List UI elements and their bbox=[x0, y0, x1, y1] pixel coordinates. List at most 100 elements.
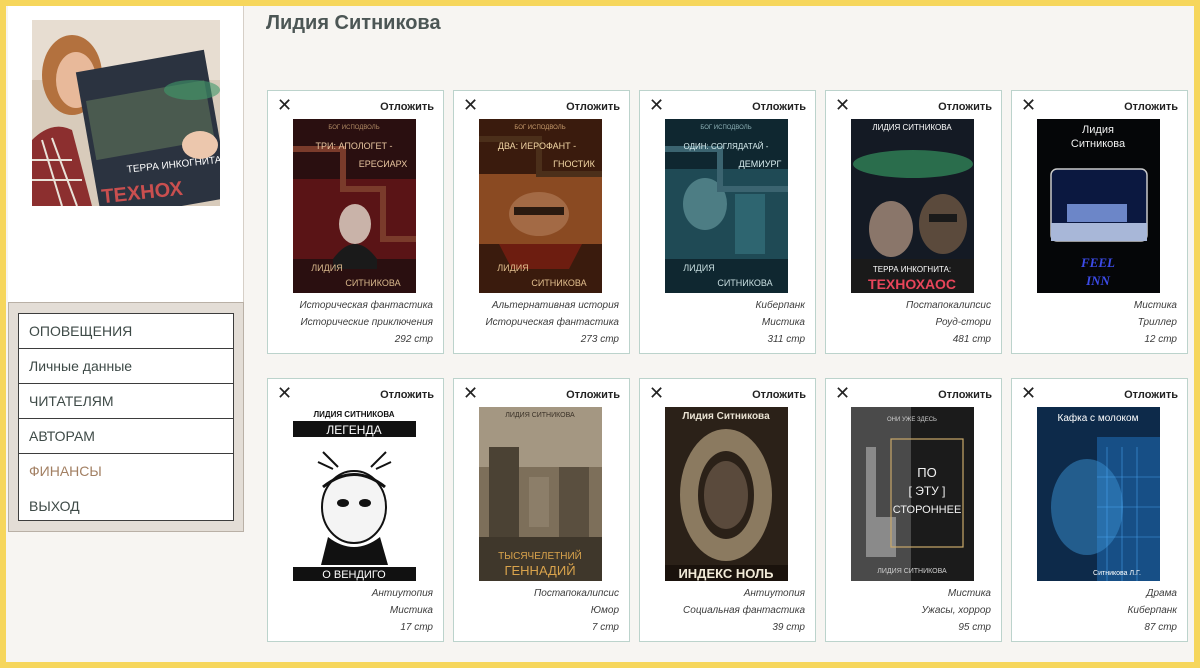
defer-button[interactable]: Отложить bbox=[380, 101, 434, 113]
genre-secondary: Киберпанк bbox=[1127, 605, 1178, 616]
svg-text:СИТНИКОВА: СИТНИКОВА bbox=[531, 278, 586, 288]
cover-author: Ситникова Л.Г. bbox=[1093, 570, 1141, 577]
defer-button[interactable]: Отложить bbox=[1124, 389, 1178, 401]
close-icon[interactable]: ✕ bbox=[649, 96, 664, 114]
defer-button[interactable]: Отложить bbox=[938, 101, 992, 113]
book-meta: Альтернативная история Историческая фант… bbox=[486, 297, 619, 348]
svg-text:ОДИН: СОГЛЯДАТАЙ -: ОДИН: СОГЛЯДАТАЙ - bbox=[684, 142, 769, 151]
cover-title: ТЫСЯЧЕЛЕТНИЙ bbox=[498, 549, 582, 562]
genre-primary: Антиутопия bbox=[743, 588, 805, 599]
genre-primary: Историческая фантастика bbox=[299, 300, 433, 311]
genre-secondary: Роуд-стори bbox=[935, 317, 991, 328]
book-card: ✕ Отложить ЛИДИЯ СИТНИКОВА ТЫСЯЧЕЛЕТНИЙ … bbox=[453, 378, 630, 642]
svg-text:ДЕМИУРГ: ДЕМИУРГ bbox=[739, 159, 782, 169]
svg-text:INN: INN bbox=[1085, 273, 1110, 288]
defer-button[interactable]: Отложить bbox=[566, 389, 620, 401]
cover-author: ЛИДИЯ СИТНИКОВА bbox=[505, 412, 575, 419]
book-cover[interactable]: БОГ ИСПОДВОЛЬ ТРИ: АПОЛОГЕТ - ЕРЕСИАРХ Л… bbox=[293, 119, 416, 293]
menu-item-personal-data[interactable]: Личные данные bbox=[19, 349, 233, 384]
menu-panel: ОПОВЕЩЕНИЯ Личные данные ЧИТАТЕЛЯМ АВТОР… bbox=[8, 302, 244, 532]
svg-text:ТРИ: АПОЛОГЕТ -: ТРИ: АПОЛОГЕТ - bbox=[315, 141, 392, 151]
cover-subtitle: ГЕННАДИЙ bbox=[504, 563, 575, 578]
close-icon[interactable]: ✕ bbox=[277, 384, 292, 402]
cover-series: БОГ ИСПОДВОЛЬ bbox=[514, 125, 565, 131]
page-count: 87 стр bbox=[1144, 622, 1177, 633]
menu-item-finances[interactable]: ФИНАНСЫ bbox=[19, 454, 233, 489]
defer-button[interactable]: Отложить bbox=[752, 389, 806, 401]
close-icon[interactable]: ✕ bbox=[1021, 96, 1036, 114]
close-icon[interactable]: ✕ bbox=[1021, 384, 1036, 402]
genre-primary: Мистика bbox=[947, 588, 991, 599]
genre-secondary: Исторические приключения bbox=[300, 317, 433, 328]
book-meta: Постапокалипсис Роуд-стори 481 стр bbox=[906, 297, 991, 348]
book-cover[interactable]: Лидия Ситникова FEEL INN bbox=[1037, 119, 1160, 293]
svg-text:ЛИДИЯ: ЛИДИЯ bbox=[311, 263, 342, 273]
book-cover[interactable]: БОГ ИСПОДВОЛЬ ДВА: ИЕРОФАНТ - ГНОСТИК ЛИ… bbox=[479, 119, 602, 293]
menu-item-readers[interactable]: ЧИТАТЕЛЯМ bbox=[19, 384, 233, 419]
cover-tagline: ОНИ УЖЕ ЗДЕСЬ bbox=[887, 417, 937, 423]
book-meta: Драма Киберпанк 87 стр bbox=[1128, 585, 1178, 636]
menu-item-logout[interactable]: ВЫХОД bbox=[19, 489, 233, 524]
book-card: ✕ Отложить Лидия Ситникова FEEL INN Мист… bbox=[1011, 90, 1188, 354]
cover-title: Кафка с молоком bbox=[1058, 412, 1139, 424]
cover-title: ТЕРРА ИНКОГНИТА: bbox=[873, 265, 951, 274]
close-icon[interactable]: ✕ bbox=[463, 96, 478, 114]
book-cover[interactable]: ОНИ УЖЕ ЗДЕСЬ ПО [ ЭТУ ] СТОРОННЕЕ ЛИДИЯ… bbox=[851, 407, 974, 581]
defer-button[interactable]: Отложить bbox=[1124, 101, 1178, 113]
author-name: Лидия Ситникова bbox=[266, 12, 441, 34]
svg-text:[ ЭТУ ]: [ ЭТУ ] bbox=[909, 484, 946, 498]
close-icon[interactable]: ✕ bbox=[835, 96, 850, 114]
defer-button[interactable]: Отложить bbox=[938, 389, 992, 401]
genre-secondary: Мистика bbox=[761, 317, 805, 328]
cover-subtitle: О ВЕНДИГО bbox=[322, 569, 386, 581]
svg-text:ГНОСТИК: ГНОСТИК bbox=[553, 159, 596, 169]
book-meta: Историческая фантастика Исторические при… bbox=[300, 297, 433, 348]
menu-item-authors[interactable]: АВТОРАМ bbox=[19, 419, 233, 454]
close-icon[interactable]: ✕ bbox=[835, 384, 850, 402]
defer-button[interactable]: Отложить bbox=[380, 389, 434, 401]
sidebar: ТЕРРА ИНКОГНИТА ТЕХНОХ ОПОВЕЩЕНИЯ Личные… bbox=[8, 6, 244, 532]
genre-primary: Киберпанк bbox=[755, 300, 806, 311]
page-count: 311 стр bbox=[767, 334, 806, 345]
genre-primary: Антиутопия bbox=[371, 588, 433, 599]
menu-item-notifications[interactable]: ОПОВЕЩЕНИЯ bbox=[19, 314, 233, 349]
svg-text:Ситникова: Ситникова bbox=[1071, 138, 1126, 150]
svg-text:ЛИДИЯ: ЛИДИЯ bbox=[683, 263, 714, 273]
book-card: ✕ Отложить БОГ ИСПОДВОЛЬ ТРИ: АПОЛОГЕТ -… bbox=[267, 90, 444, 354]
genre-primary: Мистика bbox=[1133, 300, 1177, 311]
close-icon[interactable]: ✕ bbox=[277, 96, 292, 114]
genre-primary: Постапокалипсис bbox=[534, 588, 619, 599]
svg-text:ЕРЕСИАРХ: ЕРЕСИАРХ bbox=[359, 159, 408, 169]
book-meta: Антиутопия Мистика 17 стр bbox=[372, 585, 433, 636]
book-cover[interactable]: БОГ ИСПОДВОЛЬ ОДИН: СОГЛЯДАТАЙ - ДЕМИУРГ… bbox=[665, 119, 788, 293]
book-cover[interactable]: ЛИДИЯ СИТНИКОВА ЛЕГЕНДА О ВЕНДИГО bbox=[293, 407, 416, 581]
close-icon[interactable]: ✕ bbox=[649, 384, 664, 402]
genre-primary: Драма bbox=[1146, 588, 1177, 599]
page-count: 95 стр bbox=[958, 622, 991, 633]
svg-text:ДВА: ИЕРОФАНТ -: ДВА: ИЕРОФАНТ - bbox=[498, 141, 576, 151]
close-icon[interactable]: ✕ bbox=[463, 384, 478, 402]
cover-series: БОГ ИСПОДВОЛЬ bbox=[328, 125, 379, 131]
book-meta: Мистика Триллер 12 стр bbox=[1134, 297, 1177, 348]
cover-author: Лидия Ситникова bbox=[682, 411, 770, 422]
book-card: ✕ Отложить Кафка с молоком Ситникова Л.Г… bbox=[1011, 378, 1188, 642]
book-cover[interactable]: Кафка с молоком Ситникова Л.Г. bbox=[1037, 407, 1160, 581]
defer-button[interactable]: Отложить bbox=[566, 101, 620, 113]
book-card: ✕ Отложить ЛИДИЯ СИТНИКОВА ЛЕГЕНДА О ВЕН… bbox=[267, 378, 444, 642]
author-avatar[interactable]: ТЕРРА ИНКОГНИТА ТЕХНОХ bbox=[32, 20, 220, 206]
svg-text:ПО: ПО bbox=[917, 465, 936, 480]
svg-text:FEEL: FEEL bbox=[1080, 255, 1115, 270]
svg-text:ЛИДИЯ: ЛИДИЯ bbox=[497, 263, 528, 273]
svg-text:СИТНИКОВА: СИТНИКОВА bbox=[345, 278, 400, 288]
cover-subtitle: ТЕХНОХАОС bbox=[868, 276, 956, 292]
page-count: 12 стр bbox=[1144, 334, 1177, 345]
page-count: 39 стр bbox=[772, 622, 805, 633]
cover-title: ЛЕГЕНДА bbox=[326, 423, 381, 437]
defer-button[interactable]: Отложить bbox=[752, 101, 806, 113]
book-card: ✕ Отложить БОГ ИСПОДВОЛЬ ОДИН: СОГЛЯДАТА… bbox=[639, 90, 816, 354]
book-cover[interactable]: Лидия Ситникова ИНДЕКС НОЛЬ bbox=[665, 407, 788, 581]
book-cover[interactable]: ЛИДИЯ СИТНИКОВА ТЕРРА ИНКОГНИТА: ТЕХНОХА… bbox=[851, 119, 974, 293]
book-meta: Постапокалипсис Юмор 7 стр bbox=[534, 585, 619, 636]
book-cover[interactable]: ЛИДИЯ СИТНИКОВА ТЫСЯЧЕЛЕТНИЙ ГЕННАДИЙ bbox=[479, 407, 602, 581]
svg-text:СТОРОННЕЕ: СТОРОННЕЕ bbox=[893, 504, 962, 516]
